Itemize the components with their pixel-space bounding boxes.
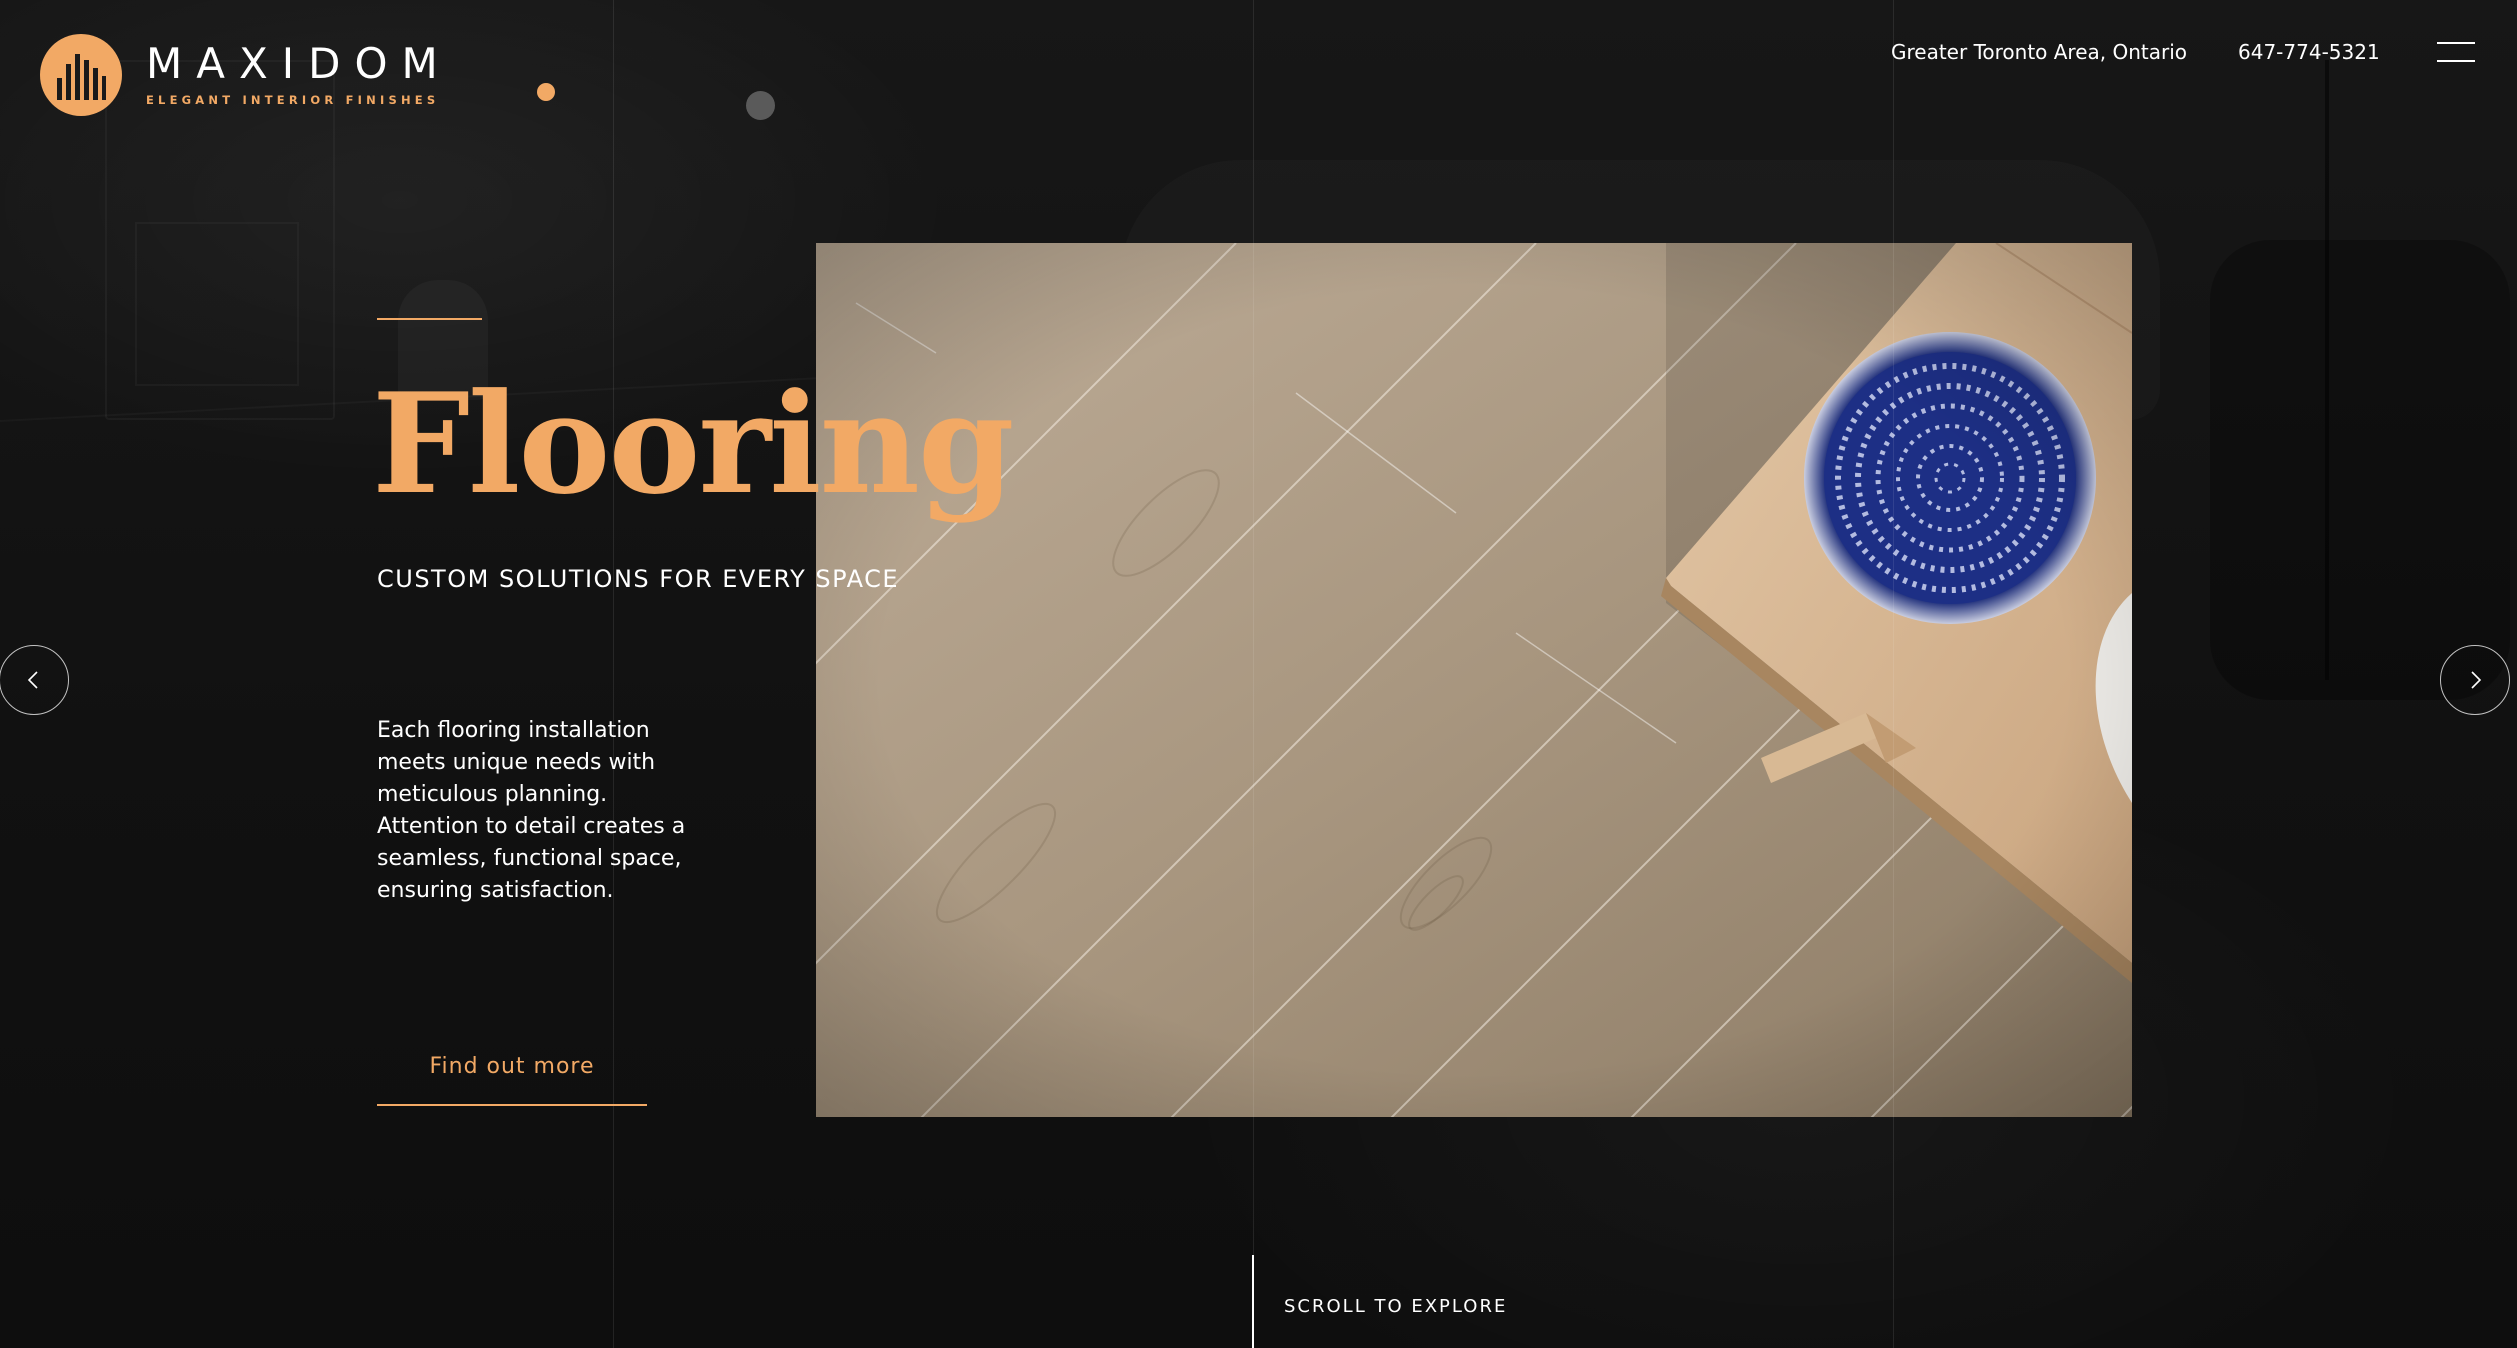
building-bars-icon	[40, 34, 122, 116]
chevron-right-icon	[2471, 671, 2482, 689]
hero-subtitle: CUSTOM SOLUTIONS FOR EVERY SPACE	[377, 565, 900, 593]
scroll-indicator-line	[1252, 1255, 1254, 1348]
prev-slide-button[interactable]	[0, 645, 69, 715]
background-armchair	[2210, 240, 2510, 700]
decorative-dot-orange	[537, 83, 555, 101]
location-text: Greater Toronto Area, Ontario	[1891, 40, 2188, 64]
scroll-to-explore[interactable]: SCROLL TO EXPLORE	[1284, 1296, 1507, 1317]
background-lamp	[2325, 60, 2329, 680]
grid-guide-line	[1893, 0, 1894, 1348]
decorative-dot-grey	[746, 91, 775, 120]
brand-logo[interactable]: MAXIDOM ELEGANT INTERIOR FINISHES	[40, 34, 452, 116]
hero-description: Each flooring installation meets unique …	[377, 718, 686, 903]
brand-tagline: ELEGANT INTERIOR FINISHES	[146, 93, 440, 107]
hero-title: Flooring	[372, 362, 1014, 525]
hamburger-menu-icon[interactable]	[2437, 38, 2475, 66]
phone-link[interactable]: 647-774-5321	[2238, 40, 2380, 64]
next-slide-button[interactable]	[2440, 645, 2510, 715]
brand-name: MAXIDOM	[146, 39, 452, 88]
find-out-more-link[interactable]: Find out more	[377, 1046, 647, 1106]
hero-image	[816, 243, 2132, 1117]
page: MAXIDOM ELEGANT INTERIOR FINISHES Greate…	[0, 0, 2517, 1348]
floor-photo-illustration	[816, 243, 2132, 1117]
grid-guide-line	[1253, 0, 1254, 1348]
chevron-left-icon	[27, 671, 38, 689]
title-accent-line	[377, 318, 482, 320]
grid-guide-line	[613, 0, 614, 1348]
